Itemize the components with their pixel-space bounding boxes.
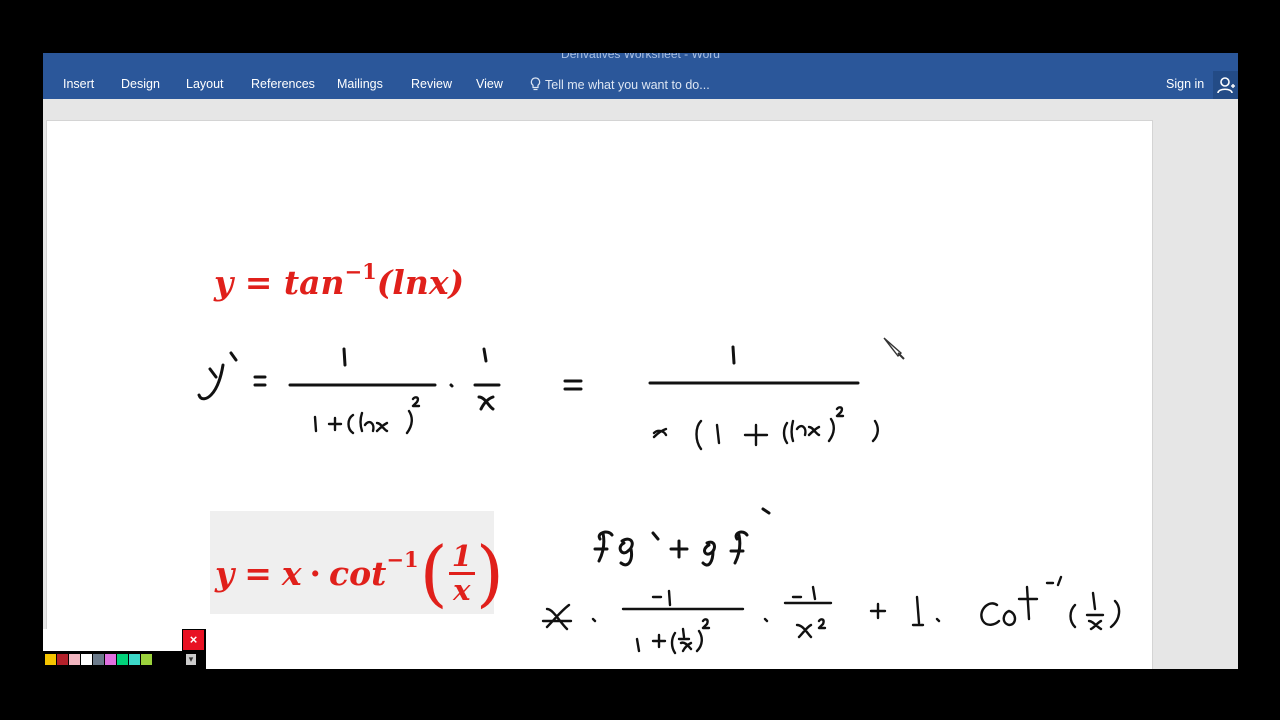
tab-design[interactable]: Design [121,77,160,91]
pen-toolbar: × ▾ [43,629,206,669]
ink-one-1 [342,347,347,367]
tab-layout[interactable]: Layout [186,77,224,91]
tab-references[interactable]: References [251,77,315,91]
color-swatch-green[interactable] [117,654,128,665]
ink-fraction-1-over-x [473,347,501,411]
window-title: Derivatives Worksheet - Word [561,53,720,61]
tell-me-box[interactable]: Tell me what you want to do... [530,77,710,92]
color-swatch-pink[interactable] [69,654,80,665]
handwritten-ink [197,345,1121,655]
pen-cursor-icon [883,337,905,360]
close-icon[interactable]: × [183,630,204,650]
tab-view[interactable]: View [476,77,503,91]
ink-one-2 [731,345,736,365]
color-swatch-white[interactable] [81,654,92,665]
ink-chain-rule-line [541,575,1121,655]
ink-equals-2 [563,379,583,391]
ink-y-prime [197,351,238,401]
document-area[interactable]: y = tan−1(lnx) y = x · cot −1 ( 1 x ) [43,99,1238,669]
ink-equals-1 [253,375,267,387]
ink-denominator-1 [313,396,421,435]
lightbulb-icon [530,77,541,91]
tab-mailings[interactable]: Mailings [337,77,383,91]
chevron-down-icon[interactable]: ▾ [186,654,196,665]
document-page[interactable]: y = tan−1(lnx) y = x · cot −1 ( 1 x ) [47,121,1152,669]
color-swatch-lime[interactable] [141,654,152,665]
color-swatch-teal[interactable] [129,654,140,665]
word-window: Derivatives Worksheet - Word Insert Desi… [43,53,1238,669]
color-swatch-yellow[interactable] [45,654,56,665]
ribbon-tab-bar: Insert Design Layout References Mailings… [43,71,1238,99]
tell-me-text: Tell me what you want to do... [545,78,710,92]
share-button[interactable] [1213,71,1238,99]
color-swatch-gray[interactable] [93,654,104,665]
pen-toolbar-header[interactable] [43,629,182,651]
sign-in-link[interactable]: Sign in [1166,77,1204,91]
title-bar: Derivatives Worksheet - Word [43,53,1238,71]
ink-dot-1 [449,383,454,388]
tab-review[interactable]: Review [411,77,452,91]
tab-insert[interactable]: Insert [63,77,94,91]
ink-product-rule [593,507,771,567]
color-swatch-red[interactable] [57,654,68,665]
color-swatch-magenta[interactable] [105,654,116,665]
person-icon [1217,77,1235,94]
ink-denominator-2 [652,406,879,451]
